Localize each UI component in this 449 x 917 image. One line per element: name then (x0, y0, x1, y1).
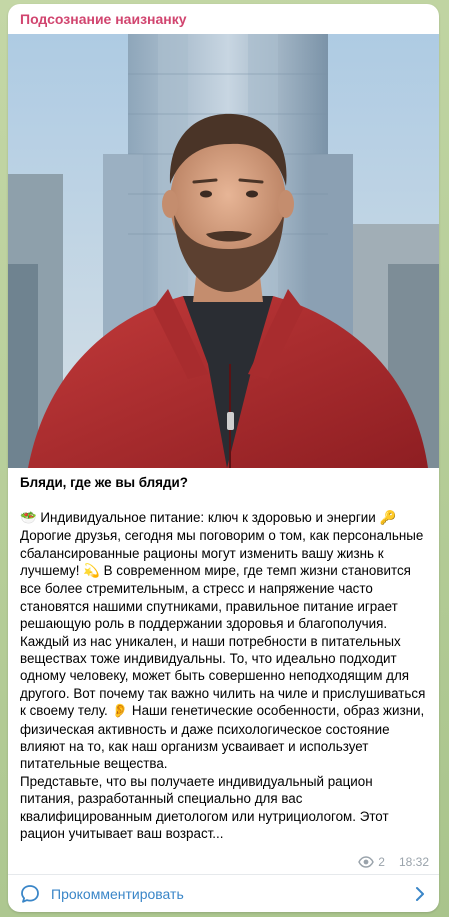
salad-emoji: 🥗 (20, 510, 37, 526)
views-count: 2 (378, 855, 385, 869)
post-paragraph-4: Представьте, что вы получаете индивидуал… (20, 773, 389, 842)
ear-emoji: 👂 (111, 704, 129, 720)
message-meta: 2 18:32 (358, 855, 429, 869)
post-photo[interactable] (8, 34, 439, 468)
paragraph-1-text: Индивидуальное питание: ключ к здоровью … (36, 509, 380, 525)
post-title: Бляди, где же вы бляди? (20, 475, 188, 490)
post-paragraph-1: 🥗 Индивидуальное питание: ключ к здоровь… (20, 509, 430, 527)
message-time: 18:32 (398, 855, 429, 869)
comment-bubble-icon (21, 885, 39, 903)
key-emoji: 🔑 (379, 510, 397, 526)
chevron-right-icon (416, 887, 424, 901)
post-text: Бляди, где же вы бляди? 🥗 Индивидуальное… (20, 474, 430, 843)
post-paragraph-3: Каждый из нас уникален, и наши потребнос… (20, 633, 430, 773)
message-bubble: Подсознание наизнанку Бляди, где же вы б… (8, 4, 439, 912)
post-paragraph-2: Дорогие друзья, сегодня мы поговорим о т… (20, 527, 430, 632)
channel-name[interactable]: Подсознание наизнанку (20, 11, 187, 27)
comment-label: Прокомментировать (51, 886, 184, 902)
dizzy-emoji: 💫 (83, 564, 100, 580)
comment-button[interactable]: Прокомментировать (8, 875, 439, 912)
eye-icon (358, 856, 375, 868)
